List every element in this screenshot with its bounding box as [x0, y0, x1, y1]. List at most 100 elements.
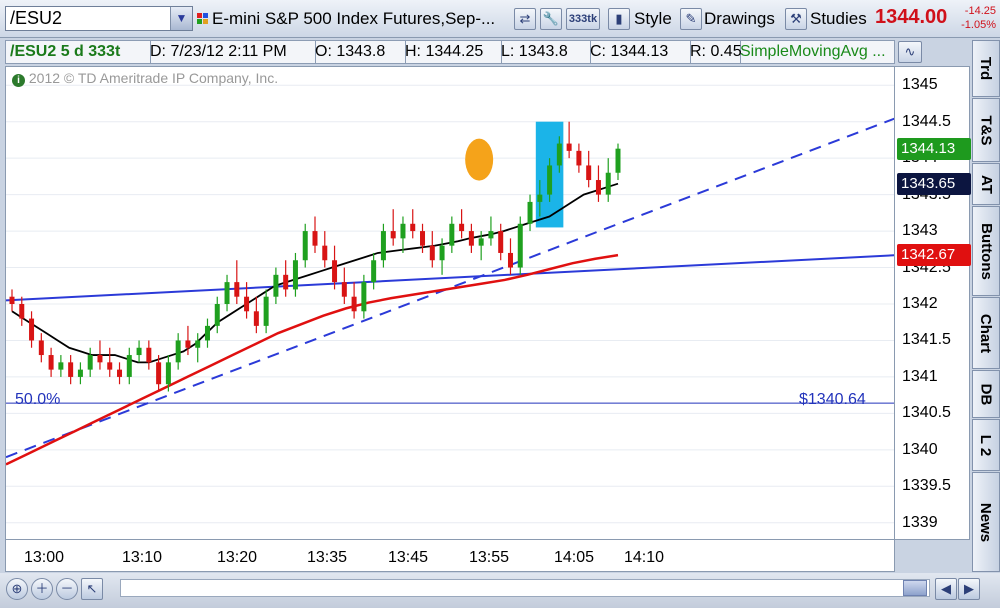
candle-body: [234, 282, 240, 297]
time-tick: 13:10: [122, 549, 163, 566]
candle-body: [175, 340, 181, 363]
candle-body: [244, 296, 250, 312]
side-tab-label: AT: [977, 174, 995, 194]
studies-button[interactable]: Studies: [810, 7, 867, 31]
candle-body: [507, 252, 513, 268]
studies-icon[interactable]: ⚒: [785, 8, 807, 30]
info-high: H: 1344.25: [401, 41, 502, 63]
candle-body: [537, 194, 543, 202]
candle-body: [351, 296, 357, 312]
price-tick: 1339.5: [902, 477, 951, 495]
info-close: C: 1344.13: [586, 41, 691, 63]
price-tick: 1340.5: [902, 404, 951, 422]
candle-body: [29, 318, 35, 341]
time-tick: 13:00: [24, 549, 65, 566]
time-tick: 14:10: [624, 549, 665, 566]
price-axis[interactable]: 13451344.513441343.513431342.513421341.5…: [895, 66, 971, 540]
time-tick: 14:05: [554, 549, 595, 566]
candle-body: [97, 355, 103, 363]
price-tick: 1345: [902, 76, 938, 94]
side-tab-label: Buttons: [977, 222, 995, 280]
style-icon[interactable]: ▮: [608, 8, 630, 30]
side-tab-trd[interactable]: Trd: [972, 40, 1000, 97]
side-tab-ts[interactable]: T&S: [972, 98, 1000, 162]
price-tick: 1341: [902, 367, 938, 385]
candle-body: [87, 355, 93, 370]
price-label: 1343.65: [897, 172, 971, 195]
price-chart[interactable]: i 2012 © TD Ameritrade IP Company, Inc. …: [5, 66, 895, 540]
candle-body: [19, 304, 25, 319]
zoom-fit-icon[interactable]: ⊕: [6, 578, 28, 600]
drawings-button[interactable]: Drawings: [704, 7, 775, 31]
candle-body: [107, 362, 113, 370]
candle-body: [58, 362, 64, 370]
candle-body: [566, 143, 572, 151]
side-tab-label: T&S: [977, 115, 995, 145]
time-scrollbar[interactable]: [120, 579, 930, 597]
symbol-input[interactable]: /ESU2: [5, 6, 193, 31]
candle-body: [136, 347, 142, 356]
zoom-out-icon[interactable]: －: [56, 578, 78, 600]
time-tick: 13:55: [469, 549, 510, 566]
candle-body: [439, 245, 445, 261]
candle-body: [400, 223, 406, 239]
side-tab-at[interactable]: AT: [972, 163, 1000, 205]
style-button[interactable]: Style: [634, 7, 672, 31]
side-tab-news[interactable]: News: [972, 472, 1000, 572]
side-tab-db[interactable]: DB: [972, 370, 1000, 418]
price-change: -14.25 -1.05%: [948, 4, 996, 32]
candle-body: [449, 223, 455, 246]
scroll-right-icon[interactable]: ▶: [958, 578, 980, 600]
chart-canvas[interactable]: [6, 67, 895, 540]
side-tab-l2[interactable]: L 2: [972, 419, 1000, 471]
candle-body: [253, 311, 259, 326]
candle-body: [468, 231, 474, 246]
info-open: O: 1343.8: [311, 41, 406, 63]
candle-body: [9, 296, 15, 304]
tick-badge[interactable]: 333tk: [566, 8, 600, 30]
scroll-left-icon[interactable]: ◀: [935, 578, 957, 600]
solid-trendline: [6, 254, 894, 302]
candle-body: [341, 282, 347, 297]
side-tab-chart[interactable]: Chart: [972, 297, 1000, 369]
last-price: 1344.00: [875, 6, 948, 28]
time-tick: 13:20: [217, 549, 258, 566]
side-tab-label: DB: [977, 383, 995, 405]
candle-body: [38, 340, 44, 356]
time-axis[interactable]: 13:00 13:10 13:20 13:35 13:45 13:55 14:05 14:10: [5, 540, 895, 572]
candle-body: [322, 245, 328, 261]
candle-body: [498, 231, 504, 253]
change-percent: -1.05%: [961, 19, 996, 31]
drawings-icon[interactable]: ✎: [680, 8, 702, 30]
study-settings-icon[interactable]: ∿: [898, 41, 922, 63]
candle-body: [459, 223, 465, 232]
candle-body: [615, 148, 621, 173]
study-name[interactable]: SimpleMovingAvg ...: [736, 41, 902, 63]
candle-body: [576, 150, 582, 166]
symbol-period[interactable]: /ESU2 5 d 333t: [6, 41, 151, 63]
side-tab-label: L 2: [977, 434, 995, 456]
candle-body: [556, 143, 562, 166]
candle-body: [410, 223, 416, 232]
candle-body: [283, 274, 289, 290]
candle-body: [390, 231, 396, 239]
symbol-dropdown-button[interactable]: ▼: [170, 7, 192, 30]
candle-body: [595, 180, 601, 195]
price-tick: 1340: [902, 440, 938, 458]
link-icon[interactable]: ⇄: [514, 8, 536, 30]
scrollbar-thumb[interactable]: [903, 580, 927, 596]
info-icon[interactable]: i: [12, 74, 25, 87]
instrument-grid-icon: [197, 13, 209, 25]
side-tab-buttons[interactable]: Buttons: [972, 206, 1000, 296]
candle-body: [117, 369, 123, 377]
zoom-in-icon[interactable]: ＋: [31, 578, 53, 600]
candle-body: [48, 355, 54, 370]
time-tick: 13:35: [307, 549, 348, 566]
price-label: 1344.13: [897, 137, 971, 160]
price-tick: 1344.5: [902, 112, 951, 130]
wrench-icon[interactable]: 🔧: [540, 8, 562, 30]
candle-body: [380, 231, 386, 261]
cursor-icon[interactable]: ↖: [81, 578, 103, 600]
price-tick: 1343: [902, 222, 938, 240]
candle-body: [195, 340, 201, 348]
